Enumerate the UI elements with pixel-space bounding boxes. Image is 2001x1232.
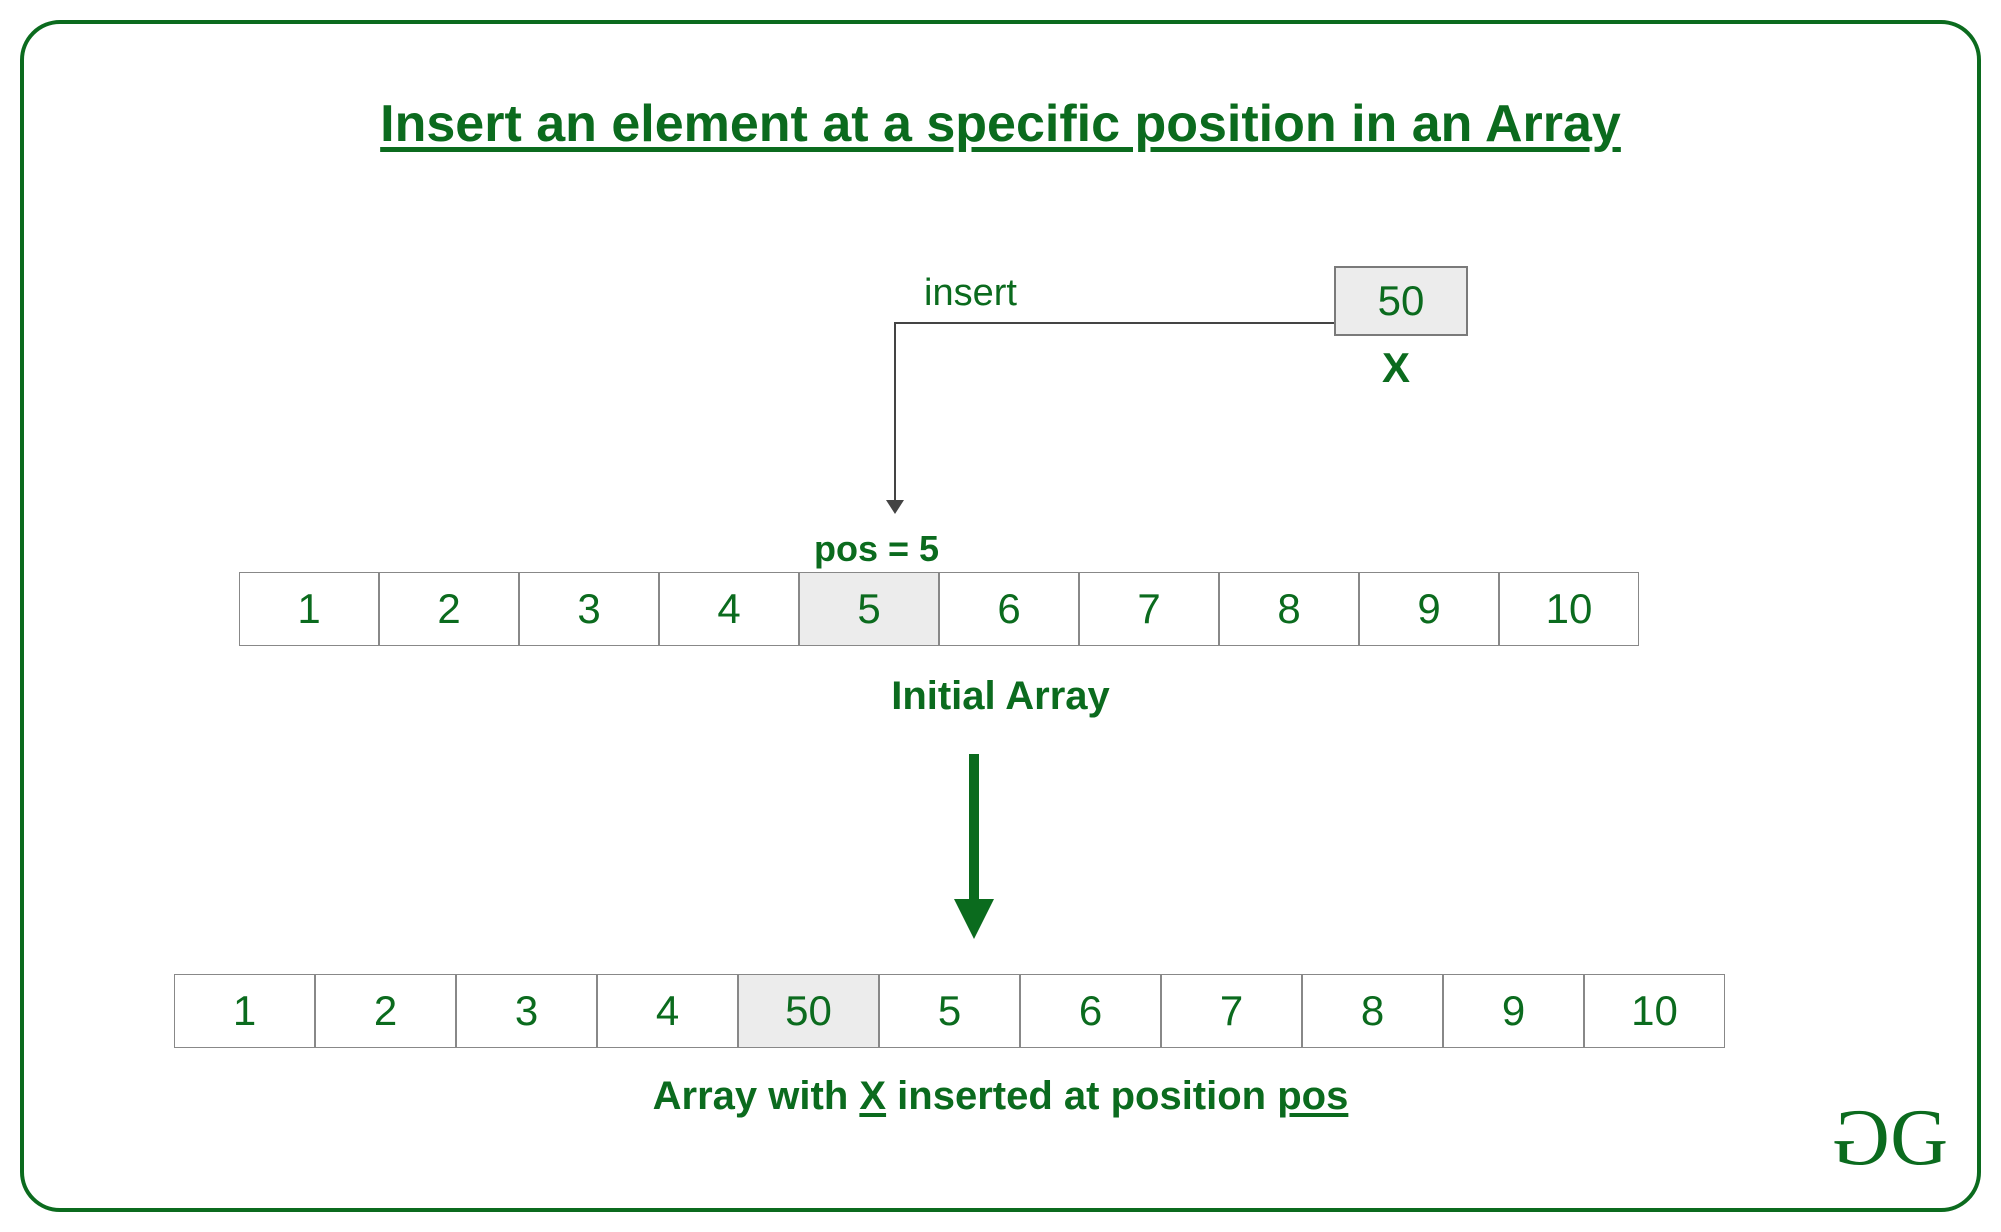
array-cell: 7 xyxy=(1079,572,1219,646)
array-cell: 6 xyxy=(1020,974,1161,1048)
array-cell: 4 xyxy=(659,572,799,646)
array-cell: 5 xyxy=(879,974,1020,1048)
result-array-caption: Array with X inserted at position pos xyxy=(653,1074,1349,1119)
array-cell: 1 xyxy=(174,974,315,1048)
array-cell: 8 xyxy=(1302,974,1443,1048)
initial-array-row: 12345678910 xyxy=(239,572,1639,646)
array-cell: 10 xyxy=(1499,572,1639,646)
caption-pos-underline: pos xyxy=(1277,1074,1348,1118)
initial-array-caption: Initial Array xyxy=(891,674,1110,719)
array-cell: 10 xyxy=(1584,974,1725,1048)
array-cell: 2 xyxy=(379,572,519,646)
caption-text: inserted at position xyxy=(886,1074,1277,1118)
array-cell: 7 xyxy=(1161,974,1302,1048)
logo-g: G xyxy=(1890,1094,1942,1182)
x-variable-label: X xyxy=(1382,344,1410,392)
caption-x-underline: X xyxy=(859,1074,886,1118)
array-cell: 5 xyxy=(799,572,939,646)
insert-action-label: insert xyxy=(924,272,1017,315)
result-array-row: 1234505678910 xyxy=(174,974,1725,1048)
insert-connector-vertical xyxy=(894,322,896,502)
array-cell: 1 xyxy=(239,572,379,646)
array-cell: 50 xyxy=(738,974,879,1048)
position-label: pos = 5 xyxy=(814,528,939,570)
caption-text: Array with xyxy=(653,1074,860,1118)
insert-connector-horizontal xyxy=(894,322,1334,324)
insert-arrowhead-icon xyxy=(886,500,904,514)
diagram-frame: Insert an element at a specific position… xyxy=(20,20,1981,1212)
array-cell: 8 xyxy=(1219,572,1359,646)
array-cell: 3 xyxy=(456,974,597,1048)
array-cell: 4 xyxy=(597,974,738,1048)
page-title: Insert an element at a specific position… xyxy=(380,94,1621,154)
array-cell: 6 xyxy=(939,572,1079,646)
array-cell: 9 xyxy=(1443,974,1584,1048)
down-arrow-icon xyxy=(944,744,1004,944)
array-cell: 2 xyxy=(315,974,456,1048)
logo-g-flipped: G xyxy=(1838,1098,1890,1178)
array-cell: 9 xyxy=(1359,572,1499,646)
array-cell: 3 xyxy=(519,572,659,646)
gfg-logo-icon: GG xyxy=(1838,1098,1942,1178)
x-value-box: 50 xyxy=(1334,266,1468,336)
